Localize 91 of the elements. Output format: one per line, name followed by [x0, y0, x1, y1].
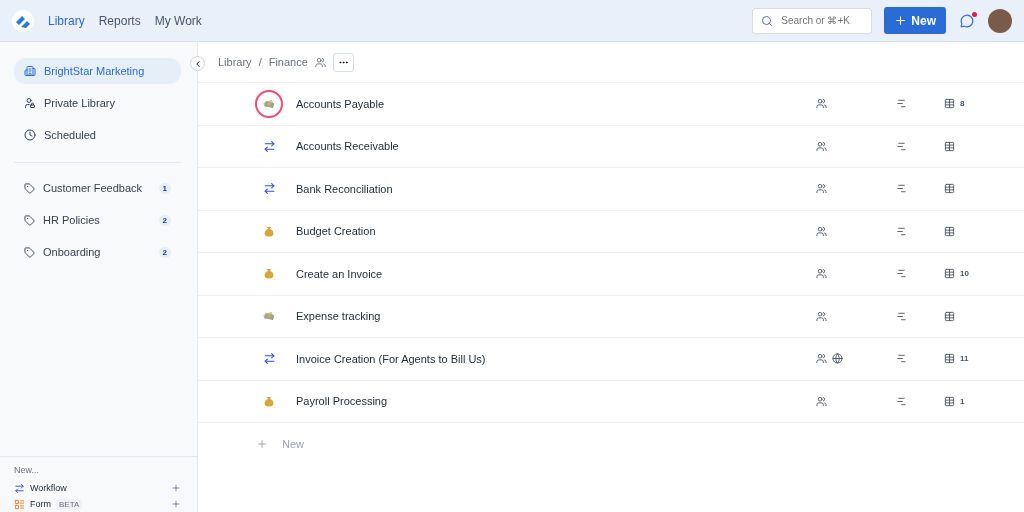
item-name[interactable]: Accounts Payable — [296, 97, 816, 110]
nav-tab[interactable]: My Work — [154, 13, 202, 28]
tag-icon — [24, 182, 35, 194]
item-name[interactable]: Payroll Processing — [296, 395, 816, 408]
sidebar-item[interactable]: Scheduled — [14, 122, 181, 148]
tag-item[interactable]: Onboarding 2 — [14, 239, 181, 265]
plus-icon — [171, 499, 181, 509]
chart-icon[interactable] — [896, 225, 907, 237]
chart-icon[interactable] — [896, 395, 907, 407]
search-input[interactable]: Search or ⌘+K — [779, 14, 860, 27]
breadcrumb-link[interactable]: Finance — [268, 56, 308, 68]
table-count: 11 — [960, 354, 969, 364]
plus-icon — [256, 438, 268, 450]
chart-icon[interactable] — [896, 268, 907, 280]
plus-icon — [171, 483, 181, 493]
new-item[interactable]: Workflow — [14, 480, 181, 496]
item-name[interactable]: Budget Creation — [296, 225, 816, 238]
money-bills-icon — [263, 98, 275, 109]
library-row[interactable]: Payroll Processing 1 — [198, 380, 1024, 423]
team-icon — [816, 98, 827, 110]
team-icon — [314, 56, 326, 68]
tag-count: 2 — [158, 246, 171, 258]
chart-icon[interactable] — [896, 98, 907, 110]
new-item[interactable]: Form BETA — [14, 496, 181, 512]
item-name[interactable]: Bank Reconciliation — [296, 182, 816, 195]
plus-icon — [894, 14, 908, 27]
table-icon[interactable] — [944, 98, 955, 110]
library-row[interactable]: Bank Reconciliation — [198, 168, 1024, 211]
library-row[interactable]: Budget Creation — [198, 210, 1024, 253]
library-row[interactable]: Create an Invoice 10 — [198, 253, 1024, 296]
nav-tab[interactable]: Library — [48, 13, 85, 28]
workflow-icon — [262, 352, 276, 366]
search-icon — [761, 14, 774, 27]
app-logo[interactable] — [12, 9, 34, 32]
chart-icon[interactable] — [896, 353, 907, 365]
tag-icon — [24, 246, 35, 258]
library-row[interactable]: Accounts Receivable — [198, 125, 1024, 168]
private-user-icon — [24, 97, 36, 109]
table-icon[interactable] — [944, 225, 955, 237]
breadcrumb-separator: / — [258, 56, 262, 68]
table-count: 10 — [960, 269, 969, 279]
item-name[interactable]: Create an Invoice — [296, 267, 816, 280]
money-bag-icon — [264, 225, 274, 237]
beta-badge: BETA — [56, 498, 83, 510]
table-icon[interactable] — [944, 183, 955, 195]
table-icon[interactable] — [944, 268, 955, 280]
table-icon[interactable] — [944, 353, 955, 365]
library-row[interactable]: Expense tracking — [198, 295, 1024, 338]
chart-icon[interactable] — [896, 183, 907, 195]
item-name[interactable]: Accounts Receivable — [296, 140, 816, 153]
nav-tab[interactable]: Reports — [98, 13, 141, 28]
team-icon — [816, 140, 827, 152]
table-count: 1 — [960, 396, 965, 406]
item-name[interactable]: Expense tracking — [296, 310, 816, 323]
team-icon — [816, 183, 827, 195]
tag-count: 1 — [158, 182, 171, 194]
money-bills-icon — [263, 311, 275, 322]
money-bag-icon — [264, 395, 274, 407]
chart-icon[interactable] — [896, 310, 907, 322]
tag-item[interactable]: Customer Feedback 1 — [14, 175, 181, 201]
chat-icon[interactable] — [960, 13, 974, 28]
new-section-title: New... — [14, 465, 40, 475]
breadcrumb-link[interactable]: Library — [218, 56, 252, 68]
tag-item[interactable]: HR Policies 2 — [14, 207, 181, 233]
team-icon — [816, 225, 827, 237]
tag-icon — [24, 214, 35, 226]
table-icon[interactable] — [944, 310, 955, 322]
sidebar-item[interactable]: BrightStar Marketing — [14, 58, 181, 84]
sidebar-item[interactable]: Private Library — [14, 90, 181, 116]
team-icon — [816, 395, 827, 407]
clock-icon — [24, 129, 36, 141]
table-icon[interactable] — [944, 395, 955, 407]
team-icon — [816, 310, 827, 322]
item-name[interactable]: Invoice Creation (For Agents to Bill Us) — [296, 352, 816, 365]
team-icon — [816, 353, 827, 365]
workflow-icon — [262, 139, 276, 153]
chart-icon[interactable] — [896, 140, 907, 152]
form-icon — [14, 498, 25, 510]
building-icon — [24, 65, 36, 77]
search-field[interactable]: Search or ⌘+K — [752, 7, 873, 34]
avatar[interactable] — [988, 8, 1012, 33]
tag-count: 2 — [158, 214, 171, 226]
workflow-icon — [262, 182, 276, 196]
team-icon — [816, 268, 827, 280]
workflow-icon — [14, 482, 25, 494]
library-row[interactable]: Accounts Payable 8 — [198, 83, 1024, 126]
table-icon[interactable] — [944, 140, 955, 152]
money-bag-icon — [264, 268, 274, 280]
library-row[interactable]: Invoice Creation (For Agents to Bill Us) 11 — [198, 338, 1024, 381]
table-count: 8 — [960, 99, 965, 109]
new-button[interactable]: New — [884, 7, 946, 34]
